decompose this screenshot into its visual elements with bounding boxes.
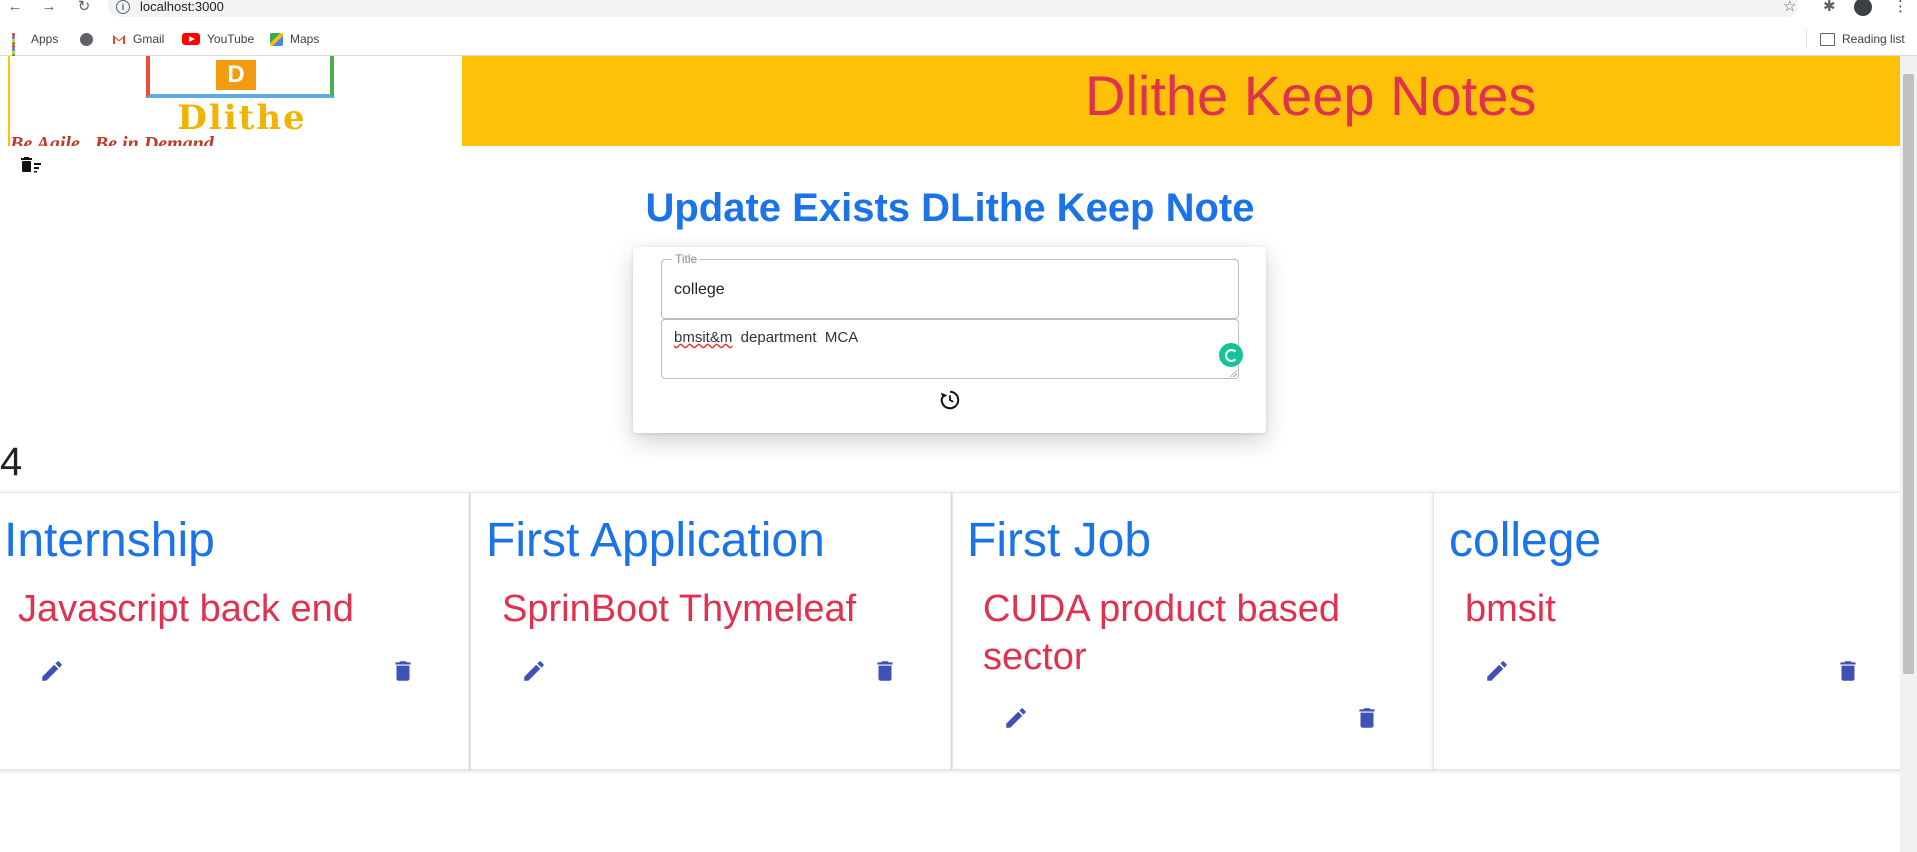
scrollbar-thumb[interactable] [1903, 74, 1914, 674]
edit-button[interactable] [1003, 705, 1029, 731]
note-card: college bmsit [1433, 492, 1915, 770]
bookmark-label: Gmail [133, 32, 165, 46]
trash-icon [395, 661, 411, 681]
note-card: First Application SprinBoot Thymeleaf [470, 492, 952, 770]
edit-button[interactable] [521, 658, 547, 684]
note-content: bmsit [1465, 588, 1556, 630]
pencil-icon [1487, 661, 1507, 681]
back-arrow-icon[interactable]: ← [6, 0, 24, 16]
bookmark-apps[interactable]: Apps [12, 30, 59, 60]
note-content: SprinBoot Thymeleaf [502, 588, 857, 630]
note-content: Javascript back end [18, 588, 354, 630]
delete-button[interactable] [1835, 658, 1861, 684]
edit-button[interactable] [1484, 658, 1510, 684]
delete-button[interactable] [390, 658, 416, 684]
url-text: localhost:3000 [140, 0, 224, 14]
bookmark-label: Maps [290, 32, 320, 46]
pencil-icon [524, 661, 544, 681]
apps-grid-icon [12, 33, 24, 60]
note-title: Internship [4, 514, 215, 567]
note-card: First Job CUDA product based sector [952, 492, 1434, 770]
reading-list[interactable]: Reading list [1820, 30, 1905, 48]
bookmark-label: YouTube [207, 32, 255, 46]
address-bar[interactable] [108, 0, 1798, 17]
maps-icon [270, 32, 283, 46]
logo-letter: D [216, 60, 256, 90]
avatar[interactable] [1854, 0, 1872, 16]
update-button[interactable] [939, 389, 961, 411]
reading-list-icon [1820, 32, 1835, 46]
form-heading: Update Exists DLithe Keep Note [645, 186, 1255, 230]
extensions-icon[interactable]: ✱ [1823, 0, 1836, 14]
pencil-icon [42, 661, 62, 681]
trash-icon [1359, 708, 1375, 728]
content-textarea[interactable]: bmsit&m department MCA [661, 319, 1243, 379]
info-icon[interactable]: i [116, 0, 130, 14]
note-form: Title college bmsit&m department MCA [633, 247, 1266, 433]
divider [1806, 30, 1807, 48]
delete-button[interactable] [872, 658, 898, 684]
globe-icon [80, 32, 93, 46]
content-value: bmsit&m department MCA [674, 329, 858, 347]
bookmark-label: Apps [31, 32, 59, 46]
grammarly-icon[interactable] [1219, 343, 1243, 367]
scrollbar-track[interactable] [1900, 56, 1917, 852]
title-input[interactable]: college [674, 280, 725, 300]
bookmark-globe[interactable] [80, 30, 100, 48]
trash-icon [877, 661, 893, 681]
note-title: First Job [967, 514, 1152, 567]
note-card: Internship Javascript back end [0, 492, 470, 770]
notes-count: 4 [0, 440, 23, 484]
forward-arrow-icon[interactable]: → [40, 0, 58, 16]
title-field[interactable]: Title college [661, 252, 1239, 319]
youtube-icon [182, 33, 200, 45]
title-legend: Title [672, 252, 701, 266]
bookmark-gmail[interactable]: Gmail [112, 30, 164, 48]
content-rest: department MCA [732, 329, 859, 346]
bookmark-youtube[interactable]: YouTube [182, 30, 254, 48]
trash-list-icon[interactable] [20, 157, 42, 173]
bookmark-maps[interactable]: Maps [270, 30, 319, 48]
star-icon[interactable]: ☆ [1783, 0, 1796, 14]
delete-button[interactable] [1354, 705, 1380, 731]
bookmarks-bar: Apps Gmail YouTube Maps Reading list [0, 22, 1917, 60]
logo: D Dlithe Be Agile.. Be in Demand [10, 56, 462, 146]
content-word: bmsit&m [674, 329, 733, 346]
kebab-menu-icon[interactable]: ⋮ [1893, 0, 1908, 14]
note-content: CUDA product based sector [983, 588, 1340, 678]
gmail-icon [113, 34, 125, 44]
note-title: First Application [486, 514, 825, 567]
refresh-clock-icon [940, 390, 960, 410]
edit-button[interactable] [39, 658, 65, 684]
reload-icon[interactable]: ↻ [75, 0, 93, 16]
note-title: college [1449, 514, 1602, 567]
reading-list-label: Reading list [1842, 32, 1905, 46]
browser-toolbar: ← → ↻ i localhost:3000 ☆ ✱ ⋮ [0, 0, 1917, 22]
notes-list: Internship Javascript back end First App… [0, 492, 1917, 770]
logo-word: Dlithe [177, 98, 307, 138]
trash-icon [1840, 661, 1856, 681]
pencil-icon [1006, 708, 1026, 728]
resize-handle[interactable] [1229, 369, 1237, 377]
site-title: Dlithe Keep Notes [1085, 64, 1537, 127]
logo-tagline: Be Agile.. Be in Demand [10, 133, 214, 146]
